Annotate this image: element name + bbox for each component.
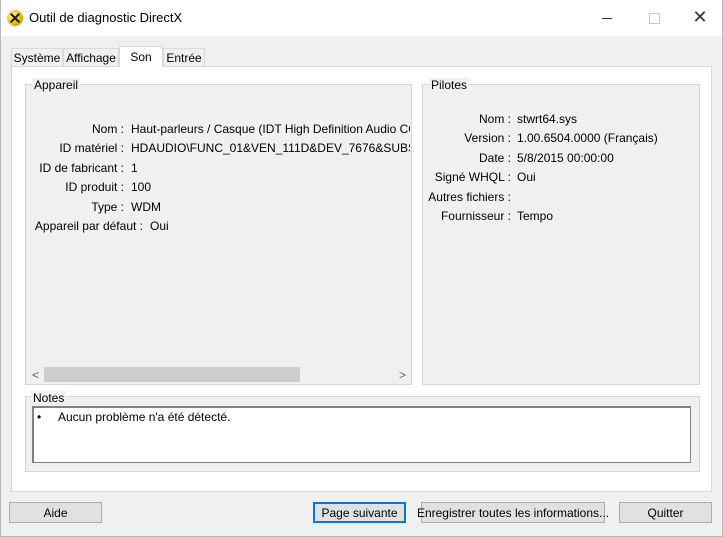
title-bar: Outil de diagnostic DirectX ✕ [1, 0, 722, 36]
appareil-scroll-area[interactable]: Nom : Haut-parleurs / Casque (IDT High D… [27, 86, 410, 361]
appareil-label-id-materiel: ID matériel : [59, 141, 124, 155]
pilotes-label-nom: Nom : [478, 112, 511, 126]
tab-label: Système [13, 50, 61, 65]
pilotes-label-signe-whql: Signé WHQL : [434, 170, 511, 184]
pilotes-label-date: Date : [478, 151, 511, 165]
pilotes-label-fournisseur: Fournisseur : [440, 209, 511, 223]
appareil-label-nom: Nom : [91, 122, 124, 136]
appareil-value-id-produit: 100 [131, 180, 152, 194]
directx-app-icon [7, 10, 23, 26]
appareil-value-type: WDM [131, 200, 161, 214]
notes-item: Aucun problème n'a été détecté. [58, 410, 231, 424]
close-button[interactable]: ✕ [677, 0, 723, 36]
maximize-button[interactable] [631, 0, 677, 36]
scrollbar-thumb[interactable] [44, 367, 300, 382]
bullet-icon: • [37, 410, 42, 424]
maximize-icon [648, 12, 660, 24]
appareil-value-par-defaut: Oui [150, 219, 169, 233]
appareil-label-id-fabricant: ID de fabricant : [39, 161, 124, 175]
pilotes-label-version: Version : [464, 131, 511, 145]
appareil-label-id-produit: ID produit : [65, 180, 124, 194]
scroll-left-icon[interactable]: < [27, 366, 44, 383]
appareil-label-par-defaut: Appareil par défaut : [34, 219, 143, 233]
help-button[interactable]: Aide [9, 502, 102, 523]
directx-diagnostic-window: Outil de diagnostic DirectX ✕ Système Af… [0, 0, 723, 537]
pilotes-group: Pilotes Nom : stwrt64.sys Version : 1.00… [422, 78, 700, 385]
minimize-icon [602, 17, 612, 19]
minimize-button[interactable] [584, 0, 630, 36]
tab-label: Affichage [66, 50, 116, 65]
tab-systeme[interactable]: Système [11, 48, 63, 66]
pilotes-value-fournisseur: Tempo [517, 209, 554, 223]
scroll-right-icon[interactable]: > [394, 366, 411, 383]
appareil-value-id-materiel: HDAUDIO\FUNC_01&VEN_111D&DEV_7676&SUBSYS… [131, 141, 410, 155]
appareil-group: Appareil Nom : Haut-parleurs / Casque (I… [25, 78, 412, 385]
son-tab-panel: Appareil Nom : Haut-parleurs / Casque (I… [11, 66, 712, 492]
pilotes-value-version: 1.00.6504.0000 (Français) [517, 131, 658, 145]
close-icon: ✕ [692, 7, 708, 28]
pilotes-label-autres-fichiers: Autres fichiers : [428, 190, 511, 204]
pilotes-value-signe-whql: Oui [517, 170, 536, 184]
quit-button[interactable]: Quitter [619, 502, 712, 523]
pilotes-group-title: Pilotes [429, 78, 470, 92]
notes-group: Notes • Aucun problème n'a été détecté. [25, 391, 700, 472]
window-title: Outil de diagnostic DirectX [29, 10, 183, 25]
appareil-label-type: Type : [91, 200, 124, 214]
pilotes-value-nom: stwrt64.sys [517, 112, 578, 126]
appareil-horizontal-scrollbar[interactable]: < > [27, 366, 411, 383]
appareil-value-nom: Haut-parleurs / Casque (IDT High Definit… [131, 122, 410, 136]
tab-label: Son [130, 50, 152, 64]
appareil-value-id-fabricant: 1 [131, 161, 138, 175]
next-page-button[interactable]: Page suivante [313, 502, 406, 523]
tab-affichage[interactable]: Affichage [63, 48, 119, 66]
tab-entree[interactable]: Entrée [163, 48, 205, 66]
notes-group-title: Notes [31, 391, 67, 405]
notes-textbox[interactable]: • Aucun problème n'a été détecté. [32, 406, 691, 463]
tab-label: Entrée [166, 50, 202, 65]
save-all-info-button[interactable]: Enregistrer toutes les informations... [417, 502, 609, 523]
pilotes-value-date: 5/8/2015 00:00:00 [517, 151, 614, 165]
tab-son[interactable]: Son [119, 46, 163, 67]
